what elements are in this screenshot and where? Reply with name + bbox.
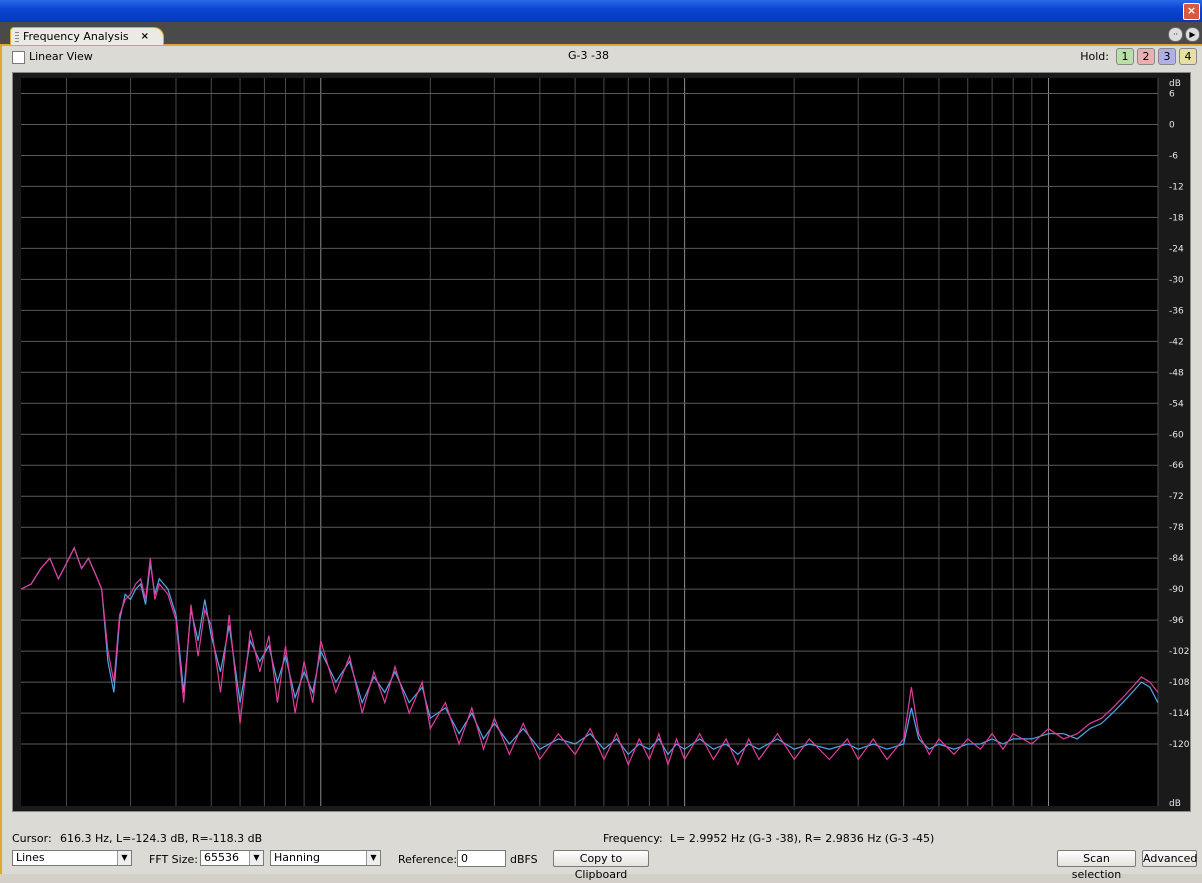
cursor-readout: 616.3 Hz, L=-124.3 dB, R=-118.3 dB — [60, 832, 263, 845]
hold-button-3[interactable]: 3 — [1158, 48, 1176, 65]
hold-controls: Hold: 1 2 3 4 — [1080, 48, 1197, 65]
y-tick-label: -12 — [1169, 182, 1184, 192]
y-tick-label: -6 — [1169, 151, 1178, 161]
y-tick-label: -54 — [1169, 399, 1184, 409]
advanced-button[interactable]: Advanced — [1142, 850, 1197, 867]
tab-frequency-analysis[interactable]: Frequency Analysis × — [10, 27, 165, 45]
hold-button-2[interactable]: 2 — [1137, 48, 1155, 65]
panel-menu-arrow-icon[interactable]: ▶ — [1185, 27, 1200, 42]
fft-size-label: FFT Size: — [149, 853, 198, 866]
linear-view-checkbox[interactable] — [12, 51, 25, 64]
y-tick-label: -108 — [1169, 678, 1190, 688]
panel-options-icon[interactable]: ·· — [1168, 27, 1183, 42]
copy-to-clipboard-button[interactable]: Copy to Clipboard — [553, 850, 649, 881]
tab-label: Frequency Analysis — [23, 30, 129, 43]
panel-toolbar: Linear View G-3 -38 Hold: 1 2 3 4 — [12, 46, 1197, 68]
y-tick-label: 6 — [1169, 89, 1175, 99]
frequency-label: Frequency: — [603, 832, 663, 845]
reference-unit: dBFS — [510, 853, 538, 866]
file-title: G-3 -38 — [568, 49, 609, 62]
window-function-value: Hanning — [274, 851, 320, 864]
frequency-readout: L= 2.9952 Hz (G-3 -38), R= 2.9836 Hz (G-… — [670, 832, 935, 845]
y-tick-label: -30 — [1169, 275, 1184, 285]
hold-label: Hold: — [1080, 50, 1109, 63]
y-tick-label: -24 — [1169, 244, 1184, 254]
y-unit-label-bottom: dB — [1169, 799, 1181, 809]
y-tick-label: -72 — [1169, 492, 1184, 502]
window-titlebar: × — [0, 0, 1202, 22]
hold-button-4[interactable]: 4 — [1179, 48, 1197, 65]
frequency-analysis-panel: Linear View G-3 -38 Hold: 1 2 3 4 6 0 -6 -1… — [0, 46, 1202, 881]
y-tick-label: -36 — [1169, 306, 1184, 316]
linear-view-label[interactable]: Linear View — [29, 50, 93, 63]
view-mode-dropdown[interactable]: Lines ▼ — [12, 850, 132, 866]
grip-icon[interactable] — [15, 31, 19, 42]
plot-area — [21, 78, 1158, 806]
y-tick-label: -90 — [1169, 585, 1184, 595]
window-function-dropdown[interactable]: Hanning ▼ — [270, 850, 381, 866]
y-tick-label: -102 — [1169, 647, 1189, 657]
cursor-label: Cursor: — [12, 832, 52, 845]
scan-selection-button[interactable]: Scan selection — [1057, 850, 1136, 881]
status-line: Cursor: 616.3 Hz, L=-124.3 dB, R=-118.3 … — [12, 830, 1197, 846]
y-tick-label: -78 — [1169, 523, 1184, 533]
spectrum-chart[interactable]: 6 0 -6 -12 -18 -24 -30 -36 -42 -48 -54 -60 -66 -72 -78… — [13, 73, 1190, 811]
spectrum-plot[interactable]: 6 0 -6 -12 -18 -24 -30 -36 -42 -48 -54 -60 -66 -72 -78… — [12, 72, 1191, 812]
chevron-down-icon[interactable]: ▼ — [366, 851, 380, 865]
fft-size-dropdown[interactable]: 65536 ▼ — [200, 850, 264, 866]
y-tick-label: -42 — [1169, 337, 1184, 347]
y-unit-label: dB — [1169, 79, 1181, 89]
bottom-controls: Lines ▼ FFT Size: 65536 ▼ Hanning ▼ Refe… — [12, 849, 1197, 881]
y-tick-label: -114 — [1169, 709, 1190, 719]
tab-strip: Frequency Analysis × ·· ▶ — [0, 22, 1202, 46]
reference-label: Reference: — [398, 853, 458, 866]
panel-menu: ·· ▶ — [1168, 27, 1200, 42]
y-tick-label: -120 — [1169, 740, 1190, 750]
reference-input[interactable]: 0 — [457, 850, 506, 867]
chevron-down-icon[interactable]: ▼ — [249, 851, 263, 865]
y-tick-label: -48 — [1169, 368, 1184, 378]
chevron-down-icon[interactable]: ▼ — [117, 851, 131, 865]
view-mode-value: Lines — [16, 851, 45, 864]
close-icon[interactable]: × — [1183, 3, 1200, 20]
y-tick-label: -18 — [1169, 213, 1184, 223]
hold-button-1[interactable]: 1 — [1116, 48, 1134, 65]
y-tick-label: -96 — [1169, 616, 1184, 626]
y-tick-label: -60 — [1169, 430, 1184, 440]
y-tick-label: -84 — [1169, 554, 1184, 564]
fft-size-value: 65536 — [204, 851, 239, 864]
tab-close-icon[interactable]: × — [141, 31, 149, 42]
y-tick-label: -66 — [1169, 461, 1184, 471]
y-tick-label: 0 — [1169, 120, 1175, 130]
